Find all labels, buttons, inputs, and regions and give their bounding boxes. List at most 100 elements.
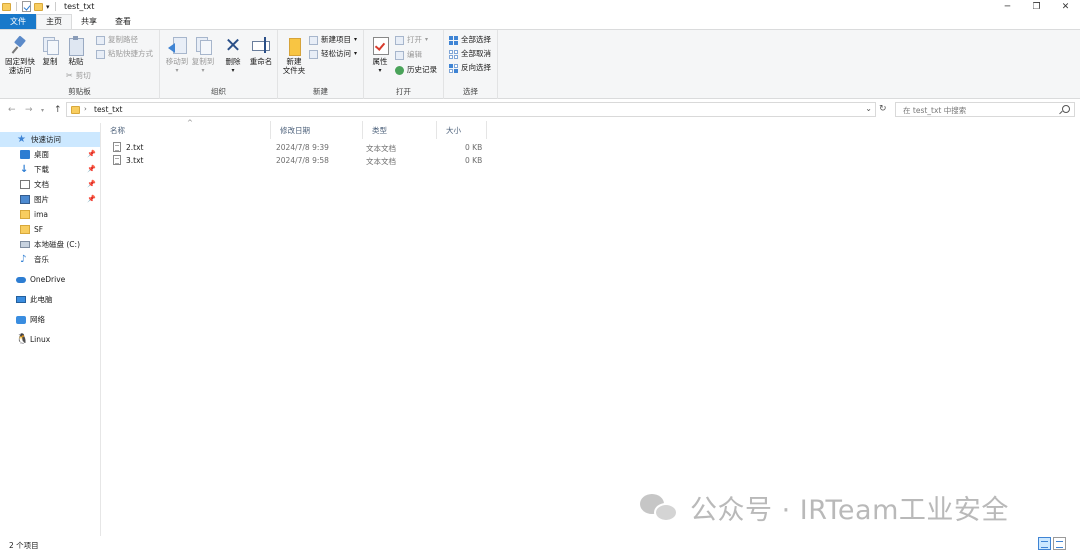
tab-home[interactable]: 主页 xyxy=(36,14,72,29)
file-row[interactable]: 3.txt 2024/7/8 9:58 文本文档 0 KB xyxy=(101,155,501,168)
chevron-down-icon: ▾ xyxy=(175,67,179,74)
status-bar: 2 个项目 xyxy=(0,536,1080,552)
address-history-chevron-icon[interactable]: ⌄ xyxy=(865,104,872,113)
details-view-button[interactable] xyxy=(1038,537,1051,550)
easy-access-icon xyxy=(309,49,318,59)
easy-access-button[interactable]: 轻松访问 ▾ xyxy=(309,49,357,59)
invert-selection-button[interactable]: 反向选择 xyxy=(449,63,491,73)
title-bar: ▾ test_txt ─ ❐ ✕ xyxy=(0,0,1080,14)
view-switcher xyxy=(1038,537,1066,550)
network-icon xyxy=(16,315,26,324)
refresh-icon[interactable]: ↻ xyxy=(879,104,887,114)
close-button[interactable]: ✕ xyxy=(1051,0,1080,14)
search-input[interactable]: 在 test_txt 中搜索 xyxy=(895,102,1075,117)
copy-icon xyxy=(40,35,60,55)
up-arrow-icon[interactable]: ↑ xyxy=(54,105,62,115)
column-header-modified-label: 修改日期 xyxy=(280,125,310,135)
column-header-name[interactable]: 名称 ^ xyxy=(101,119,271,139)
new-folder-button[interactable]: 新建 文件夹 xyxy=(281,35,307,75)
new-folder-icon xyxy=(284,35,304,56)
window-controls: ─ ❐ ✕ xyxy=(993,0,1080,14)
delete-button[interactable]: ✕ 删除 ▾ xyxy=(221,35,245,75)
forward-arrow-icon[interactable]: → xyxy=(25,105,33,115)
properties-check-icon xyxy=(370,35,390,55)
nav-item-sf[interactable]: SF xyxy=(0,222,100,237)
paste-shortcut-button[interactable]: 粘贴快捷方式 xyxy=(96,49,153,59)
recent-locations-chevron-icon[interactable]: ▾ xyxy=(41,107,44,114)
file-type: 文本文档 xyxy=(366,144,396,153)
properties-quick-icon[interactable] xyxy=(22,1,31,12)
pin-icon xyxy=(10,35,30,55)
nav-item-music[interactable]: ♪ 音乐 xyxy=(0,252,100,267)
history-label: 历史记录 xyxy=(407,65,437,74)
copy-to-button[interactable]: 复制到 ▾ xyxy=(190,35,216,75)
move-to-icon xyxy=(167,35,187,55)
nav-item-downloads[interactable]: ↓ 下载 📌 xyxy=(0,162,100,177)
paste-shortcut-label: 粘贴快捷方式 xyxy=(108,49,153,58)
nav-item-desktop[interactable]: 桌面 📌 xyxy=(0,147,100,162)
tab-file[interactable]: 文件 xyxy=(0,14,36,29)
tab-view[interactable]: 查看 xyxy=(106,14,140,29)
nav-item-pictures[interactable]: 图片 📌 xyxy=(0,192,100,207)
nav-linux[interactable]: 🐧 Linux xyxy=(0,332,100,347)
edit-button[interactable]: 编辑 xyxy=(395,50,422,60)
column-header-name-label: 名称 xyxy=(110,125,125,135)
drive-icon xyxy=(20,241,30,248)
new-item-button[interactable]: 新建项目 ▾ xyxy=(309,35,357,45)
watermark: 公众号 · IRTeam工业安全 xyxy=(640,488,1009,527)
pin-to-quick-access-button[interactable]: 固定到快 速访问 xyxy=(4,35,36,75)
column-header-type[interactable]: 类型 xyxy=(363,121,437,139)
column-header-size[interactable]: 大小 xyxy=(437,121,487,139)
nav-onedrive[interactable]: OneDrive xyxy=(0,272,100,287)
cut-label: 剪切 xyxy=(75,71,91,80)
column-header-type-label: 类型 xyxy=(372,125,387,135)
file-explorer-window: ▾ test_txt ─ ❐ ✕ 文件 主页 共享 查看 固定到快 速访问 复制 xyxy=(0,0,1080,552)
copy-to-label: 复制到 xyxy=(191,57,215,66)
breadcrumb-current-folder[interactable]: test_txt xyxy=(94,105,122,114)
copy-path-button[interactable]: 复制路径 xyxy=(96,35,138,45)
column-header-modified[interactable]: 修改日期 xyxy=(271,121,363,139)
maximize-button[interactable]: ❐ xyxy=(1022,0,1051,14)
new-folder-quick-icon[interactable] xyxy=(34,2,43,11)
large-icons-view-button[interactable] xyxy=(1053,537,1066,550)
open-group-label: 打开 xyxy=(396,87,411,96)
ribbon-tabs: 文件 主页 共享 查看 xyxy=(0,14,1080,29)
tab-share[interactable]: 共享 xyxy=(72,14,106,29)
nav-item-local-disk-c[interactable]: 本地磁盘 (C:) xyxy=(0,237,100,252)
nav-quick-access[interactable]: ★ 快速访问 xyxy=(0,132,100,147)
nav-linux-label: Linux xyxy=(30,335,51,344)
properties-button[interactable]: 属性 ▾ xyxy=(368,35,392,75)
paste-button[interactable]: 粘贴 xyxy=(63,35,89,66)
copy-button[interactable]: 复制 xyxy=(38,35,62,66)
paste-icon xyxy=(66,35,86,56)
search-placeholder: 在 test_txt 中搜索 xyxy=(903,106,967,115)
history-button[interactable]: 历史记录 xyxy=(395,65,437,75)
select-group: 全部选择 全部取消 反向选择 选择 xyxy=(444,30,498,99)
text-file-icon xyxy=(113,142,121,152)
new-group-label: 新建 xyxy=(313,87,328,96)
move-to-button[interactable]: 移动到 ▾ xyxy=(164,35,190,75)
nav-onedrive-label: OneDrive xyxy=(30,275,66,284)
move-to-label: 移动到 xyxy=(165,57,189,66)
file-size: 0 KB xyxy=(465,143,483,152)
open-button[interactable]: 打开 ▾ xyxy=(395,35,428,45)
back-arrow-icon[interactable]: ← xyxy=(8,105,16,115)
open-label: 打开 xyxy=(407,35,422,44)
rename-button[interactable]: 重命名 xyxy=(247,35,275,66)
address-bar[interactable]: › test_txt ⌄ xyxy=(66,102,876,117)
file-row[interactable]: 2.txt 2024/7/8 9:39 文本文档 0 KB xyxy=(101,142,501,155)
new-item-icon xyxy=(309,35,318,45)
paste-shortcut-icon xyxy=(96,49,105,59)
customize-toolbar-icon[interactable]: ▾ xyxy=(46,3,50,11)
nav-item-label: 音乐 xyxy=(34,255,49,264)
select-all-button[interactable]: 全部选择 xyxy=(449,35,491,45)
select-none-button[interactable]: 全部取消 xyxy=(449,49,491,59)
nav-item-documents[interactable]: 文档 📌 xyxy=(0,177,100,192)
nav-network[interactable]: 网络 xyxy=(0,312,100,327)
copy-to-icon xyxy=(193,35,213,55)
breadcrumb-separator-icon[interactable]: › xyxy=(84,105,87,113)
nav-item-ima[interactable]: ima xyxy=(0,207,100,222)
minimize-button[interactable]: ─ xyxy=(993,0,1022,14)
cut-button[interactable]: ✂ 剪切 xyxy=(66,71,91,81)
nav-this-pc[interactable]: 此电脑 xyxy=(0,292,100,307)
